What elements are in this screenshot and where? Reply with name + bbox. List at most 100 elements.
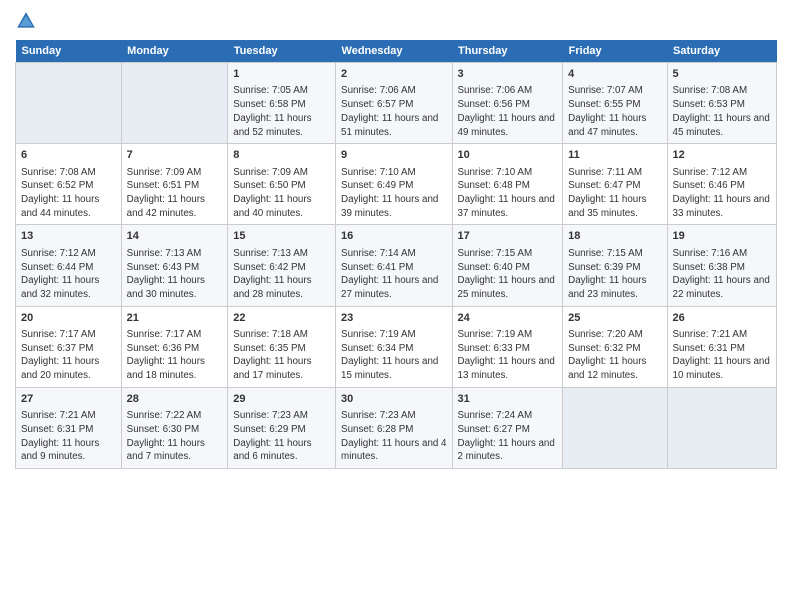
day-number: 20	[21, 311, 116, 326]
day-info: Sunrise: 7:19 AMSunset: 6:33 PMDaylight:…	[458, 328, 558, 383]
header	[15, 10, 777, 32]
day-info: Sunrise: 7:17 AMSunset: 6:37 PMDaylight:…	[21, 328, 116, 383]
cell-3-5: 17 Sunrise: 7:15 AMSunset: 6:40 PMDayligh…	[452, 225, 563, 306]
cell-3-7: 19 Sunrise: 7:16 AMSunset: 6:38 PMDayligh…	[667, 225, 777, 306]
day-info: Sunrise: 7:23 AMSunset: 6:28 PMDaylight:…	[341, 409, 446, 464]
cell-1-6: 4 Sunrise: 7:07 AMSunset: 6:55 PMDaylight…	[563, 63, 667, 144]
header-row: SundayMondayTuesdayWednesdayThursdayFrid…	[16, 40, 777, 63]
calendar-table: SundayMondayTuesdayWednesdayThursdayFrid…	[15, 40, 777, 469]
cell-3-6: 18Sunrise: 7:15 AMSunset: 6:39 PMDayligh…	[563, 225, 667, 306]
day-header-tuesday: Tuesday	[228, 40, 336, 63]
day-number: 7	[127, 148, 223, 163]
cell-1-2	[121, 63, 228, 144]
day-info: Sunrise: 7:21 AMSunset: 6:31 PMDaylight:…	[673, 328, 772, 383]
day-info: Sunrise: 7:12 AMSunset: 6:44 PMDaylight:…	[21, 247, 116, 302]
cell-2-6: 11 Sunrise: 7:11 AMSunset: 6:47 PMDayligh…	[563, 144, 667, 225]
day-header-wednesday: Wednesday	[336, 40, 452, 63]
day-info: Sunrise: 7:12 AMSunset: 6:46 PMDaylight:…	[673, 166, 772, 221]
day-number: 2	[341, 67, 446, 82]
day-header-thursday: Thursday	[452, 40, 563, 63]
cell-3-3: 15 Sunrise: 7:13 AMSunset: 6:42 PMDayligh…	[228, 225, 336, 306]
day-info: Sunrise: 7:18 AMSunset: 6:35 PMDaylight:…	[233, 328, 330, 383]
cell-2-4: 9 Sunrise: 7:10 AMSunset: 6:49 PMDaylight…	[336, 144, 452, 225]
day-info: Sunrise: 7:15 AMSunset: 6:39 PMDaylight:…	[568, 247, 661, 302]
day-number: 11	[568, 148, 661, 163]
day-info: Sunrise: 7:21 AMSunset: 6:31 PMDaylight:…	[21, 409, 116, 464]
day-number: 25	[568, 311, 661, 326]
day-info: Sunrise: 7:08 AMSunset: 6:52 PMDaylight:…	[21, 166, 116, 221]
day-info: Sunrise: 7:06 AMSunset: 6:56 PMDaylight:…	[458, 84, 558, 139]
day-number: 26	[673, 311, 772, 326]
day-info: Sunrise: 7:10 AMSunset: 6:49 PMDaylight:…	[341, 166, 446, 221]
day-number: 30	[341, 392, 446, 407]
day-info: Sunrise: 7:10 AMSunset: 6:48 PMDaylight:…	[458, 166, 558, 221]
day-number: 28	[127, 392, 223, 407]
day-info: Sunrise: 7:13 AMSunset: 6:42 PMDaylight:…	[233, 247, 330, 302]
day-info: Sunrise: 7:19 AMSunset: 6:34 PMDaylight:…	[341, 328, 446, 383]
day-number: 4	[568, 67, 661, 82]
day-info: Sunrise: 7:24 AMSunset: 6:27 PMDaylight:…	[458, 409, 558, 464]
day-info: Sunrise: 7:09 AMSunset: 6:50 PMDaylight:…	[233, 166, 330, 221]
day-number: 13	[21, 229, 116, 244]
day-number: 14	[127, 229, 223, 244]
cell-5-5: 31 Sunrise: 7:24 AMSunset: 6:27 PMDayligh…	[452, 387, 563, 468]
cell-1-3: 1 Sunrise: 7:05 AMSunset: 6:58 PMDaylight…	[228, 63, 336, 144]
day-info: Sunrise: 7:22 AMSunset: 6:30 PMDaylight:…	[127, 409, 223, 464]
day-number: 19	[673, 229, 772, 244]
day-info: Sunrise: 7:16 AMSunset: 6:38 PMDaylight:…	[673, 247, 772, 302]
cell-5-3: 29Sunrise: 7:23 AMSunset: 6:29 PMDayligh…	[228, 387, 336, 468]
day-number: 5	[673, 67, 772, 82]
day-info: Sunrise: 7:14 AMSunset: 6:41 PMDaylight:…	[341, 247, 446, 302]
cell-4-5: 24 Sunrise: 7:19 AMSunset: 6:33 PMDayligh…	[452, 306, 563, 387]
week-row-2: 6 Sunrise: 7:08 AMSunset: 6:52 PMDaylight…	[16, 144, 777, 225]
cell-4-1: 20 Sunrise: 7:17 AMSunset: 6:37 PMDayligh…	[16, 306, 122, 387]
day-number: 16	[341, 229, 446, 244]
cell-4-7: 26 Sunrise: 7:21 AMSunset: 6:31 PMDayligh…	[667, 306, 777, 387]
cell-2-5: 10Sunrise: 7:10 AMSunset: 6:48 PMDayligh…	[452, 144, 563, 225]
cell-2-1: 6 Sunrise: 7:08 AMSunset: 6:52 PMDaylight…	[16, 144, 122, 225]
day-number: 6	[21, 148, 116, 163]
day-number: 27	[21, 392, 116, 407]
cell-5-4: 30 Sunrise: 7:23 AMSunset: 6:28 PMDayligh…	[336, 387, 452, 468]
logo-icon	[15, 10, 37, 32]
cell-1-5: 3Sunrise: 7:06 AMSunset: 6:56 PMDaylight…	[452, 63, 563, 144]
day-info: Sunrise: 7:07 AMSunset: 6:55 PMDaylight:…	[568, 84, 661, 139]
day-info: Sunrise: 7:20 AMSunset: 6:32 PMDaylight:…	[568, 328, 661, 383]
cell-1-1	[16, 63, 122, 144]
cell-3-2: 14Sunrise: 7:13 AMSunset: 6:43 PMDayligh…	[121, 225, 228, 306]
day-info: Sunrise: 7:23 AMSunset: 6:29 PMDaylight:…	[233, 409, 330, 464]
day-number: 22	[233, 311, 330, 326]
cell-5-7	[667, 387, 777, 468]
week-row-3: 13 Sunrise: 7:12 AMSunset: 6:44 PMDayligh…	[16, 225, 777, 306]
day-info: Sunrise: 7:09 AMSunset: 6:51 PMDaylight:…	[127, 166, 223, 221]
cell-4-3: 22 Sunrise: 7:18 AMSunset: 6:35 PMDayligh…	[228, 306, 336, 387]
day-header-monday: Monday	[121, 40, 228, 63]
day-info: Sunrise: 7:17 AMSunset: 6:36 PMDaylight:…	[127, 328, 223, 383]
day-info: Sunrise: 7:08 AMSunset: 6:53 PMDaylight:…	[673, 84, 772, 139]
day-number: 15	[233, 229, 330, 244]
cell-1-7: 5 Sunrise: 7:08 AMSunset: 6:53 PMDaylight…	[667, 63, 777, 144]
day-number: 8	[233, 148, 330, 163]
cell-4-6: 25 Sunrise: 7:20 AMSunset: 6:32 PMDayligh…	[563, 306, 667, 387]
cell-3-1: 13 Sunrise: 7:12 AMSunset: 6:44 PMDayligh…	[16, 225, 122, 306]
day-info: Sunrise: 7:05 AMSunset: 6:58 PMDaylight:…	[233, 84, 330, 139]
day-info: Sunrise: 7:15 AMSunset: 6:40 PMDaylight:…	[458, 247, 558, 302]
day-number: 31	[458, 392, 558, 407]
day-number: 12	[673, 148, 772, 163]
cell-2-2: 7 Sunrise: 7:09 AMSunset: 6:51 PMDaylight…	[121, 144, 228, 225]
day-number: 9	[341, 148, 446, 163]
week-row-4: 20 Sunrise: 7:17 AMSunset: 6:37 PMDayligh…	[16, 306, 777, 387]
cell-5-1: 27 Sunrise: 7:21 AMSunset: 6:31 PMDayligh…	[16, 387, 122, 468]
cell-4-4: 23 Sunrise: 7:19 AMSunset: 6:34 PMDayligh…	[336, 306, 452, 387]
cell-3-4: 16 Sunrise: 7:14 AMSunset: 6:41 PMDayligh…	[336, 225, 452, 306]
day-info: Sunrise: 7:06 AMSunset: 6:57 PMDaylight:…	[341, 84, 446, 139]
day-number: 1	[233, 67, 330, 82]
day-info: Sunrise: 7:11 AMSunset: 6:47 PMDaylight:…	[568, 166, 661, 221]
day-header-sunday: Sunday	[16, 40, 122, 63]
day-number: 24	[458, 311, 558, 326]
week-row-1: 1 Sunrise: 7:05 AMSunset: 6:58 PMDaylight…	[16, 63, 777, 144]
cell-2-3: 8 Sunrise: 7:09 AMSunset: 6:50 PMDaylight…	[228, 144, 336, 225]
day-number: 17	[458, 229, 558, 244]
page-container: SundayMondayTuesdayWednesdayThursdayFrid…	[0, 0, 792, 479]
day-number: 23	[341, 311, 446, 326]
